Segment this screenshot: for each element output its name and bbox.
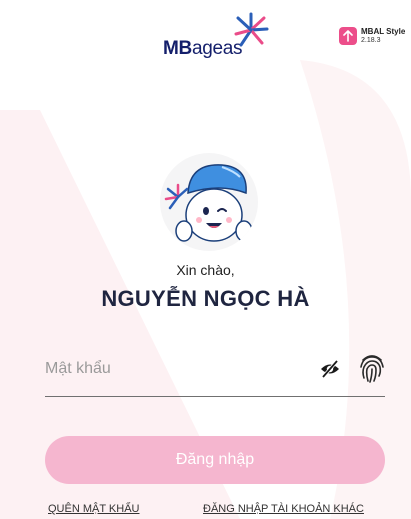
logo-brand-bold: MB — [163, 38, 192, 59]
version-text: MBAL Style 2.18.3 — [361, 27, 405, 45]
version-number: 2.18.3 — [361, 37, 381, 44]
arrow-up-icon — [339, 27, 357, 45]
password-input[interactable] — [45, 354, 295, 384]
fingerprint-icon[interactable] — [358, 352, 386, 384]
version-name: MBAL Style — [361, 27, 406, 36]
mb-ageas-logo: MBageas — [163, 12, 273, 62]
mascot-avatar-icon — [164, 164, 253, 242]
eye-slash-icon[interactable] — [319, 358, 341, 380]
forgot-password-link[interactable]: QUÊN MẬT KHẨU — [48, 503, 139, 515]
mb-ageas-star-logo-icon — [234, 12, 269, 47]
login-button[interactable]: Đăng nhập — [45, 436, 385, 484]
user-name: NGUYỄN NGỌC HÀ — [101, 286, 310, 311]
header: MBageas MBAL Style 2.18.3 — [0, 0, 411, 80]
version-badge[interactable]: MBAL Style 2.18.3 — [339, 27, 405, 45]
avatar — [160, 153, 258, 251]
password-field — [45, 346, 385, 397]
logo-text: MBageas — [163, 38, 243, 60]
login-other-account-link[interactable]: ĐĂNG NHẬP TÀI KHOẢN KHÁC — [203, 503, 364, 515]
greeting-text: Xin chào, — [176, 262, 235, 278]
